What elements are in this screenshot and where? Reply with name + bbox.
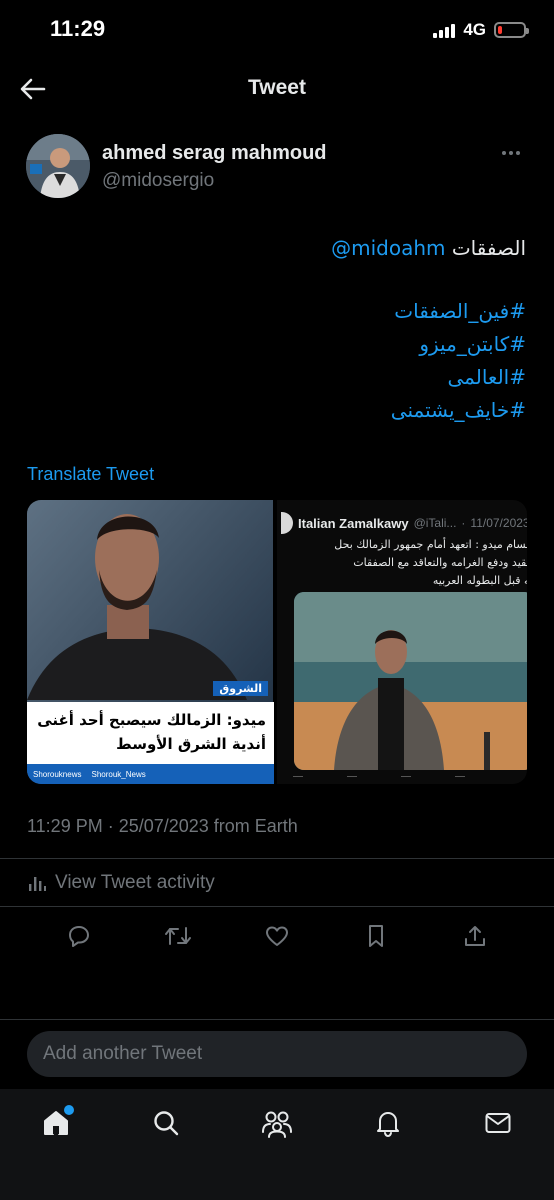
signal-icon <box>433 22 456 38</box>
status-time: 11:29 <box>50 16 106 41</box>
quoted-action-icon <box>293 776 303 782</box>
nav-messages[interactable] <box>478 1105 518 1141</box>
bookmark-icon <box>369 925 383 947</box>
more-options-button[interactable] <box>502 146 524 160</box>
like-button[interactable] <box>259 918 295 954</box>
divider <box>0 906 554 907</box>
media-image-news[interactable]: الشروق ميدو: الزمالك سيصبح أحد أغنى أندي… <box>27 500 274 784</box>
network-type: 4G <box>463 20 486 39</box>
view-tweet-activity-button[interactable]: View Tweet activity <box>27 872 215 894</box>
news-headline-line: ميدو: الزمالك سيصبح أحد أغنى <box>37 711 266 729</box>
tweet-actions <box>0 918 554 954</box>
author-name[interactable]: ahmed serag mahmoud <box>102 142 327 165</box>
reply-icon <box>69 926 89 947</box>
tweet-text: الصفقات @midoahm #فين_الصفقات #كابتن_ميز… <box>26 232 526 427</box>
quoted-date: 11/07/2023 <box>470 516 527 530</box>
reply-button[interactable] <box>61 918 97 954</box>
heart-icon <box>266 926 288 946</box>
communities-icon <box>262 1111 292 1138</box>
nav-notifications[interactable] <box>368 1105 408 1141</box>
avatar[interactable] <box>26 134 90 198</box>
quoted-author-handle: @iTali... <box>413 516 457 530</box>
activity-label: View Tweet activity <box>55 872 215 893</box>
top-header: Tweet <box>0 62 554 116</box>
tweet-text-segment: الصفقات <box>451 236 526 260</box>
status-indicators: 4G <box>433 20 529 40</box>
search-icon <box>154 1111 179 1136</box>
media-image-quote-screenshot[interactable]: Italian Zamalkawy @iTali... · 11/07/2023… <box>277 500 527 784</box>
quoted-action-icon <box>347 776 357 782</box>
tweet-first-line: الصفقات @midoahm <box>26 232 526 265</box>
divider <box>0 1019 554 1020</box>
quoted-action-icon <box>455 776 465 782</box>
tweet-media: الشروق ميدو: الزمالك سيصبح أحد أغنى أندي… <box>27 500 527 784</box>
stadium-photo <box>294 592 527 770</box>
hashtag-link[interactable]: #خايف_يشتمنى <box>391 398 526 422</box>
quoted-photo <box>294 592 527 770</box>
share-icon <box>465 926 485 946</box>
news-headline-box: ميدو: الزمالك سيصبح أحد أغنى أندية الشرق… <box>27 702 274 764</box>
bookmark-button[interactable] <box>358 918 394 954</box>
news-source: Shorouk_News <box>91 769 146 779</box>
quoted-tweet-text: حسام ميدو : اتعهد أمام جمهور الزمالك بحل… <box>277 536 527 590</box>
retweet-icon <box>165 927 191 945</box>
nav-search[interactable] <box>146 1105 186 1141</box>
nav-home[interactable] <box>36 1105 76 1141</box>
quoted-actions <box>293 776 465 782</box>
quoted-text-line: القيد ودفع الغرامه والتعاقد مع الصفقات <box>353 556 527 569</box>
share-button[interactable] <box>457 918 493 954</box>
more-dot-icon <box>509 151 513 155</box>
notifications-icon <box>377 1112 399 1138</box>
author-handle[interactable]: @midosergio <box>102 170 214 192</box>
news-headline-line: أندية الشرق الأوسط <box>116 735 266 753</box>
hashtag-link[interactable]: #كابتن_ميزو <box>419 332 526 356</box>
quoted-text-line: حسام ميدو : اتعهد أمام جمهور الزمالك بحل <box>334 538 527 551</box>
news-source: Shorouknews <box>33 769 82 779</box>
more-dot-icon <box>516 151 520 155</box>
battery-level <box>498 26 503 34</box>
tweet-timestamp: 11:29 PM · 25/07/2023 from Earth <box>27 816 298 836</box>
retweet-button[interactable] <box>160 918 196 954</box>
battery-icon <box>494 22 529 38</box>
quoted-tweet-header: Italian Zamalkawy @iTali... · 11/07/2023 <box>281 512 527 534</box>
more-dot-icon <box>502 151 506 155</box>
quoted-dot: · <box>461 516 466 530</box>
messages-icon <box>485 1113 511 1133</box>
mention-link[interactable]: @midoahm <box>331 236 445 260</box>
reply-bar <box>27 1031 527 1077</box>
divider <box>0 858 554 859</box>
news-source-bar: Shorouknews Shorouk_News <box>27 764 274 784</box>
bar-chart-icon <box>29 877 46 891</box>
quoted-author-name: Italian Zamalkawy <box>298 515 409 531</box>
add-tweet-input[interactable] <box>43 1043 503 1065</box>
quoted-action-icon <box>401 776 411 782</box>
avatar-image <box>26 134 90 198</box>
quoted-avatar <box>281 512 293 534</box>
hashtag-link[interactable]: #فين_الصفقات <box>394 299 526 323</box>
translate-tweet-link[interactable]: Translate Tweet <box>27 464 154 485</box>
hashtag-link[interactable]: #العالمى <box>448 365 526 389</box>
quoted-text-line: به قبل البطوله العربيه <box>432 574 527 587</box>
bottom-nav <box>0 1089 554 1200</box>
status-bar: 11:29 4G <box>0 0 554 60</box>
notification-dot <box>64 1105 74 1115</box>
news-brand-badge: الشروق <box>213 681 268 696</box>
page-title: Tweet <box>248 76 306 99</box>
nav-communities[interactable] <box>257 1105 297 1141</box>
